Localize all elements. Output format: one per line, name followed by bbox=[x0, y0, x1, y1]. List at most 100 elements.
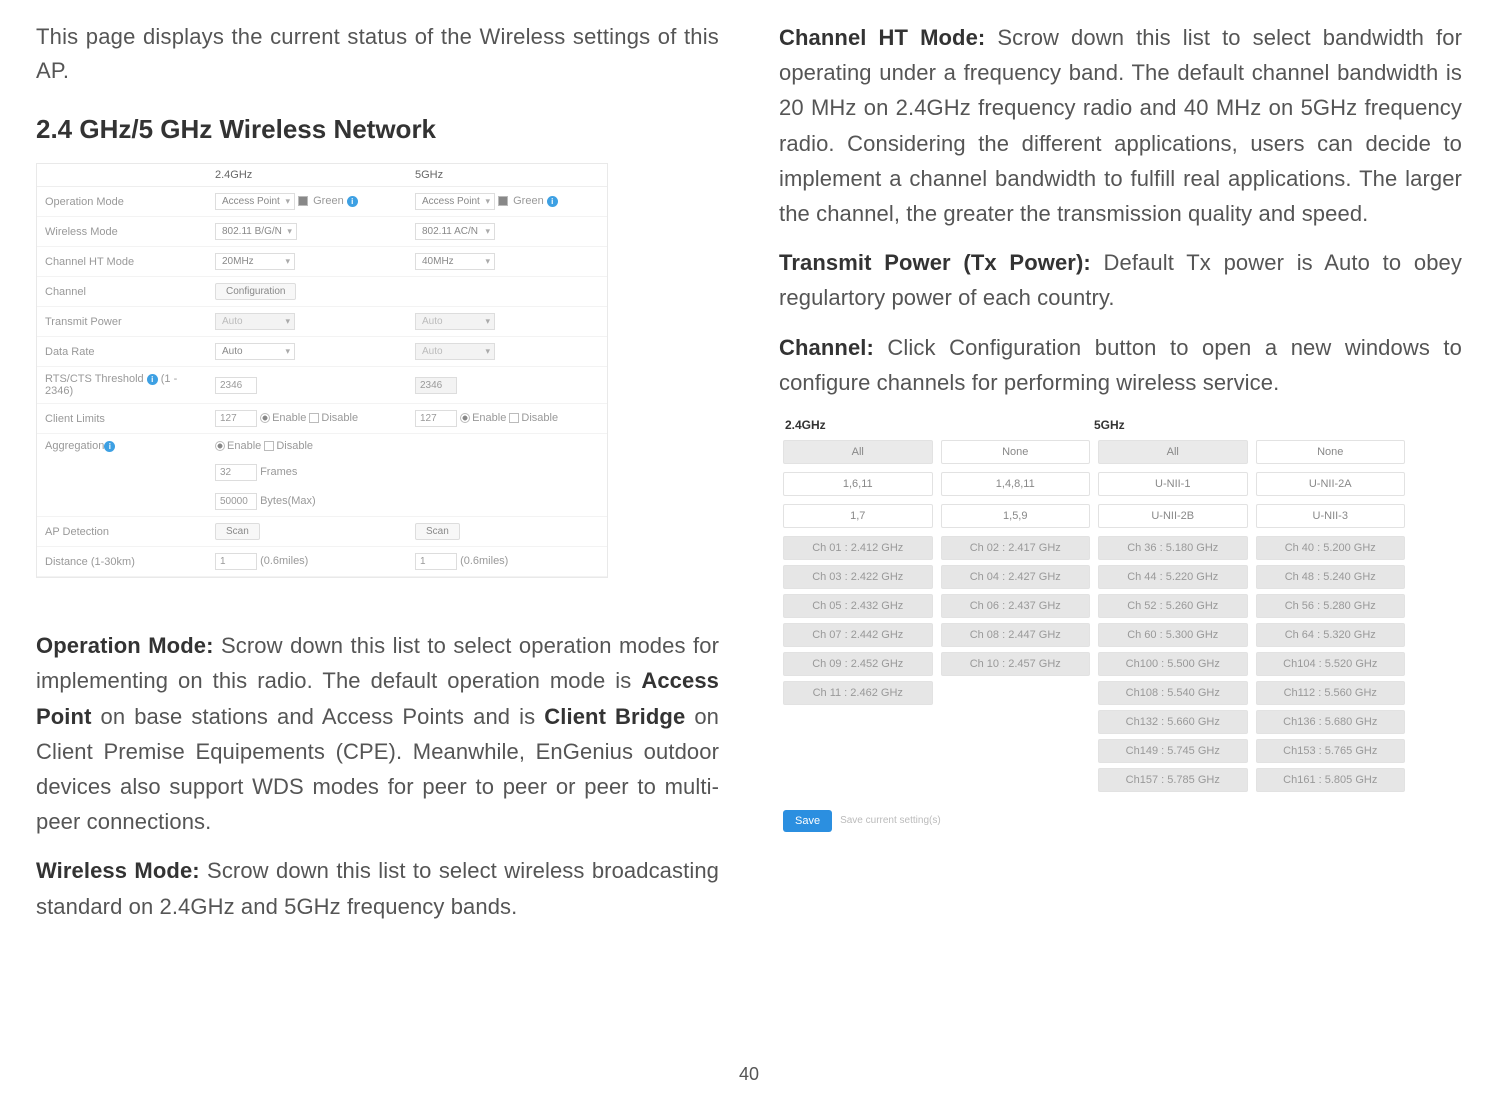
channel-button[interactable]: Ch104 : 5.520 GHz bbox=[1256, 652, 1406, 676]
intro-text: This page displays the current status of… bbox=[36, 20, 719, 88]
preset-17[interactable]: 1,7 bbox=[783, 504, 933, 528]
preset-unii1[interactable]: U-NII-1 bbox=[1098, 472, 1248, 496]
term-htmode: Channel HT Mode: bbox=[779, 25, 985, 50]
info-icon[interactable]: i bbox=[104, 441, 115, 452]
row-aggregation: Aggregationi Enable Disable bbox=[37, 434, 607, 458]
save-button[interactable]: Save bbox=[783, 810, 832, 832]
miles-5: (0.6miles) bbox=[460, 555, 508, 567]
rtscts-5-input[interactable]: 2346 bbox=[415, 377, 457, 394]
enable-label: Enable bbox=[472, 412, 506, 424]
channel-button[interactable]: Ch157 : 5.785 GHz bbox=[1098, 768, 1248, 792]
climits-24-disable-radio[interactable] bbox=[309, 413, 319, 423]
green-label-24: Green bbox=[313, 195, 344, 207]
preset-none-24[interactable]: None bbox=[941, 440, 1091, 464]
channel-button[interactable]: Ch 03 : 2.422 GHz bbox=[783, 565, 933, 589]
channel-config-button[interactable]: Configuration bbox=[215, 283, 296, 300]
distance-5-input[interactable]: 1 bbox=[415, 553, 457, 570]
disable-label: Disable bbox=[321, 412, 358, 424]
climits-24-input[interactable]: 127 bbox=[215, 410, 257, 427]
channel-button[interactable]: Ch 36 : 5.180 GHz bbox=[1098, 536, 1248, 560]
preset-unii2b[interactable]: U-NII-2B bbox=[1098, 504, 1248, 528]
label-channel: Channel bbox=[37, 280, 207, 304]
channel-button[interactable]: Ch112 : 5.560 GHz bbox=[1256, 681, 1406, 705]
text: on base stations and Access Points and i… bbox=[92, 704, 545, 729]
section-title: 2.4 GHz/5 GHz Wireless Network bbox=[36, 114, 719, 145]
green-checkbox-5[interactable] bbox=[498, 196, 508, 206]
climits-5-input[interactable]: 127 bbox=[415, 410, 457, 427]
climits-5-enable-radio[interactable] bbox=[460, 413, 470, 423]
label-distance: Distance (1-30km) bbox=[37, 550, 207, 574]
preset-1611[interactable]: 1,6,11 bbox=[783, 472, 933, 496]
label-climits: Client Limits bbox=[37, 407, 207, 431]
txpower-5-select[interactable]: Auto bbox=[415, 313, 495, 330]
agg-bytes-input[interactable]: 50000 bbox=[215, 493, 257, 510]
label-op-mode: Operation Mode bbox=[37, 190, 207, 214]
channel-button[interactable]: Ch153 : 5.765 GHz bbox=[1256, 739, 1406, 763]
channel-button[interactable]: Ch 40 : 5.200 GHz bbox=[1256, 536, 1406, 560]
scan-24-button[interactable]: Scan bbox=[215, 523, 260, 540]
preset-14811[interactable]: 1,4,8,11 bbox=[941, 472, 1091, 496]
rtscts-24-input[interactable]: 2346 bbox=[215, 377, 257, 394]
preset-unii2a[interactable]: U-NII-2A bbox=[1256, 472, 1406, 496]
channel-button[interactable]: Ch 06 : 2.437 GHz bbox=[941, 594, 1091, 618]
opmode-5-select[interactable]: Access Point bbox=[415, 193, 495, 210]
bytes-label: Bytes(Max) bbox=[260, 495, 316, 507]
agg-disable-radio[interactable] bbox=[264, 441, 274, 451]
datarate-24-select[interactable]: Auto bbox=[215, 343, 295, 360]
row-distance: Distance (1-30km) 1 (0.6miles) 1 (0.6mil… bbox=[37, 547, 607, 577]
enable-label: Enable bbox=[227, 440, 261, 452]
green-checkbox-24[interactable] bbox=[298, 196, 308, 206]
preset-unii3[interactable]: U-NII-3 bbox=[1256, 504, 1406, 528]
text: Scrow down this list to select bandwidth… bbox=[779, 25, 1462, 226]
channel-button[interactable]: Ch132 : 5.660 GHz bbox=[1098, 710, 1248, 734]
label-htmode: Channel HT Mode bbox=[37, 250, 207, 274]
distance-24-input[interactable]: 1 bbox=[215, 553, 257, 570]
channel-button[interactable]: Ch136 : 5.680 GHz bbox=[1256, 710, 1406, 734]
channel-button[interactable]: Ch 64 : 5.320 GHz bbox=[1256, 623, 1406, 647]
channel-button[interactable]: Ch 11 : 2.462 GHz bbox=[783, 681, 933, 705]
channel-button[interactable]: Ch 60 : 5.300 GHz bbox=[1098, 623, 1248, 647]
channel-button[interactable]: Ch108 : 5.540 GHz bbox=[1098, 681, 1248, 705]
channel-button[interactable]: Ch 01 : 2.412 GHz bbox=[783, 536, 933, 560]
channel-button[interactable]: Ch149 : 5.745 GHz bbox=[1098, 739, 1248, 763]
channel-button[interactable]: Ch 48 : 5.240 GHz bbox=[1256, 565, 1406, 589]
info-icon[interactable]: i bbox=[347, 196, 358, 207]
scan-5-button[interactable]: Scan bbox=[415, 523, 460, 540]
preset-none-5[interactable]: None bbox=[1256, 440, 1406, 464]
wmode-24-select[interactable]: 802.11 B/G/N bbox=[215, 223, 297, 240]
channel-button[interactable]: Ch100 : 5.500 GHz bbox=[1098, 652, 1248, 676]
agg-frames-input[interactable]: 32 bbox=[215, 464, 257, 481]
channel-button[interactable]: Ch 10 : 2.457 GHz bbox=[941, 652, 1091, 676]
channel-button[interactable]: Ch 02 : 2.417 GHz bbox=[941, 536, 1091, 560]
info-icon[interactable]: i bbox=[547, 196, 558, 207]
row-rtscts: RTS/CTS Threshold i (1 - 2346) 2346 2346 bbox=[37, 367, 607, 404]
channel-button[interactable]: Ch 44 : 5.220 GHz bbox=[1098, 565, 1248, 589]
preset-159[interactable]: 1,5,9 bbox=[941, 504, 1091, 528]
channel-button[interactable]: Ch 56 : 5.280 GHz bbox=[1256, 594, 1406, 618]
disable-label: Disable bbox=[521, 412, 558, 424]
opmode-24-select[interactable]: Access Point bbox=[215, 193, 295, 210]
channel-button[interactable]: Ch 09 : 2.452 GHz bbox=[783, 652, 933, 676]
channel-button[interactable]: Ch 04 : 2.427 GHz bbox=[941, 565, 1091, 589]
para-txpower: Transmit Power (Tx Power): Default Tx po… bbox=[779, 245, 1462, 315]
climits-24-enable-radio[interactable] bbox=[260, 413, 270, 423]
channel-button[interactable]: Ch 08 : 2.447 GHz bbox=[941, 623, 1091, 647]
climits-5-disable-radio[interactable] bbox=[509, 413, 519, 423]
channel-button[interactable]: Ch 52 : 5.260 GHz bbox=[1098, 594, 1248, 618]
wmode-5-select[interactable]: 802.11 AC/N bbox=[415, 223, 495, 240]
htmode-24-select[interactable]: 20MHz bbox=[215, 253, 295, 270]
miles-24: (0.6miles) bbox=[260, 555, 308, 567]
preset-all-5[interactable]: All bbox=[1098, 440, 1248, 464]
channel-button[interactable]: Ch 05 : 2.432 GHz bbox=[783, 594, 933, 618]
preset-all-24[interactable]: All bbox=[783, 440, 933, 464]
channel-button[interactable]: Ch 07 : 2.442 GHz bbox=[783, 623, 933, 647]
info-icon[interactable]: i bbox=[147, 374, 158, 385]
row-agg-frames: 32 Frames bbox=[37, 458, 607, 487]
preset-row2: 1,6,11 1,4,8,11 U-NII-1 U-NII-2A bbox=[779, 468, 1409, 500]
htmode-5-select[interactable]: 40MHz bbox=[415, 253, 495, 270]
term-txpower: Transmit Power (Tx Power): bbox=[779, 250, 1091, 275]
agg-enable-radio[interactable] bbox=[215, 441, 225, 451]
txpower-24-select[interactable]: Auto bbox=[215, 313, 295, 330]
channel-button[interactable]: Ch161 : 5.805 GHz bbox=[1256, 768, 1406, 792]
datarate-5-select[interactable]: Auto bbox=[415, 343, 495, 360]
